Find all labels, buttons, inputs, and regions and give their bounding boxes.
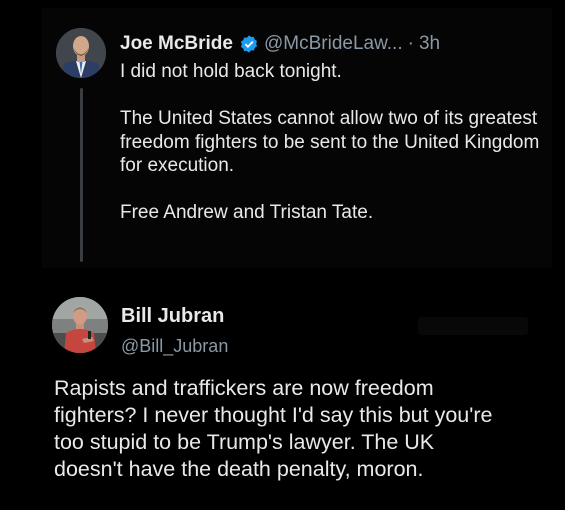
tweet-timestamp[interactable]: 3h: [419, 33, 440, 55]
reply-text-line: too stupid to be Trump's lawyer. The UK: [54, 430, 435, 454]
separator-dot: ·: [407, 33, 414, 54]
reply-text-line: Rapists and traffickers are now freedom: [54, 376, 434, 400]
profile-photo-man-in-suit-icon: [56, 28, 106, 78]
original-tweet-text: I did not hold back tonight. The United …: [120, 60, 540, 225]
reply-text-line: fighters? I never thought I'd say this b…: [54, 403, 493, 427]
tweet-paragraph: I did not hold back tonight.: [120, 61, 342, 82]
author-display-name[interactable]: Joe McBride: [120, 33, 233, 55]
reply-author-display-name[interactable]: Bill Jubran: [121, 305, 224, 328]
tweet-screenshot: Joe McBride @McBrideLaw... · 3h I did no…: [0, 0, 565, 510]
reply-text-line: doesn't have the death penalty, moron.: [54, 457, 424, 481]
avatar[interactable]: [56, 28, 106, 78]
avatar[interactable]: [52, 297, 108, 353]
redaction-bar: [418, 317, 528, 335]
reply-author-handle[interactable]: @Bill_Jubran: [121, 336, 228, 357]
profile-photo-man-red-shirt-icon: [52, 297, 108, 353]
verified-badge-icon: [240, 35, 257, 53]
author-handle[interactable]: @McBrideLaw...: [264, 33, 403, 55]
tweet-paragraph: The United States cannot allow two of it…: [120, 108, 540, 176]
original-tweet-header: Joe McBride @McBrideLaw... · 3h: [120, 31, 440, 57]
tweet-paragraph: Free Andrew and Tristan Tate.: [120, 202, 374, 223]
thread-connector-line: [80, 88, 83, 262]
reply-tweet-text: Rapists and traffickers are now freedom …: [54, 375, 554, 483]
